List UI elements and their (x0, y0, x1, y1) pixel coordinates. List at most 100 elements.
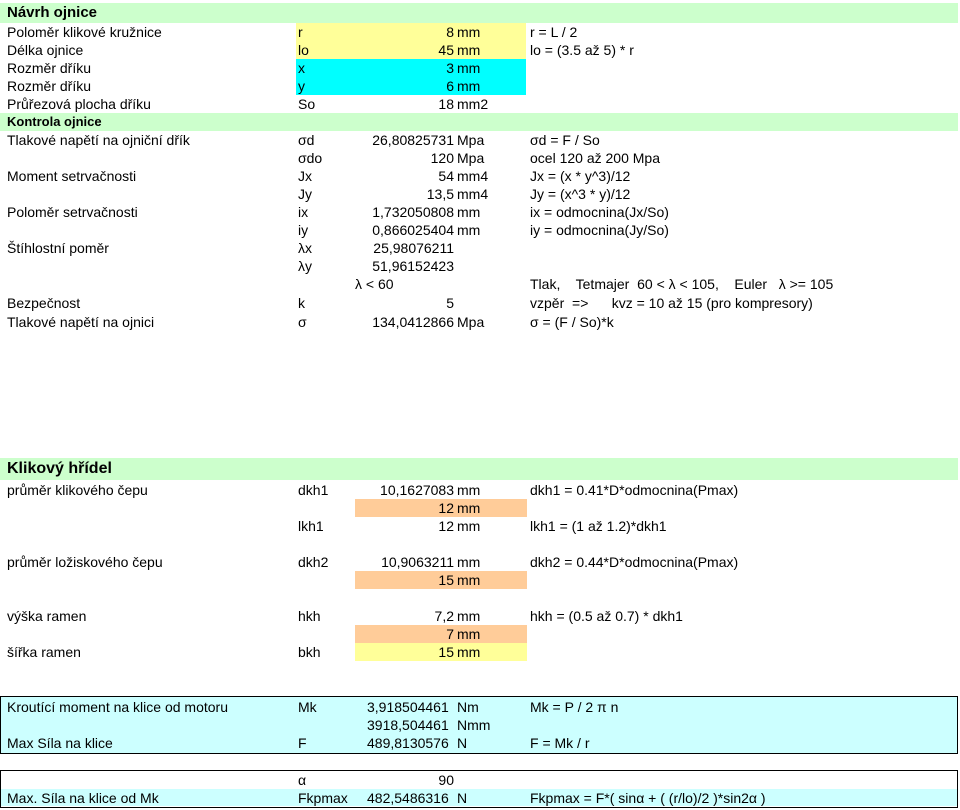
row-formula: Jx = (x * y^3)/12 (530, 168, 631, 184)
row-label: Bezpečnost (7, 295, 81, 311)
spreadsheet-row: Poloměr setrvačnosti ix 1,732050808 mm i… (0, 203, 960, 221)
row-label: Moment setrvačnosti (7, 168, 137, 184)
row-formula: F = Mk / r (530, 735, 590, 751)
row-unit: Nmm (457, 717, 491, 733)
lambda-condition-row: λ < 60 Tlak, Tetmajer 60 < λ < 105, Eule… (0, 275, 960, 293)
row-label: průměr klikového čepu (7, 482, 148, 498)
section-title-text: Návrh ojnice (7, 4, 98, 21)
row-value[interactable]: 1,732050808 (298, 203, 454, 221)
row-symbol: Mk (298, 699, 317, 715)
row-symbol: Fkpmax (298, 790, 348, 806)
row-label: Rozměr dříku (7, 60, 92, 76)
row-value[interactable]: 6 (298, 77, 454, 95)
row-formula: σ = (F / So)*k (530, 314, 614, 330)
row-value[interactable]: 0,866025404 (298, 221, 454, 239)
row-value[interactable]: 15 (298, 643, 454, 661)
subheader-row: Kontrola ojnice (0, 113, 958, 131)
row-value[interactable]: 3,918504461 (367, 698, 449, 716)
row-formula: ix = odmocnina(Jx/So) (530, 204, 669, 220)
section-title-text: Klikový hřídel (7, 460, 112, 477)
row-value[interactable]: 54 (298, 167, 454, 185)
row-unit: Mpa (457, 150, 485, 166)
row-value[interactable]: 45 (298, 41, 454, 59)
row-value[interactable]: 3 (298, 59, 454, 77)
row-label: Max. Síla na klice od Mk (7, 790, 159, 806)
spreadsheet-row: 12 mm (0, 499, 960, 517)
spreadsheet-row: Kroutící moment na klice od motoru Mk 3,… (0, 698, 960, 716)
row-unit: mm (457, 204, 481, 220)
row-value[interactable]: 10,1627083 (298, 481, 454, 499)
spreadsheet-row: Délka ojnice lo 45 mm lo = (3.5 až 5) * … (0, 41, 960, 59)
row-value[interactable]: 10,9063211 (298, 553, 454, 571)
spreadsheet-row: Štíhlostní poměr λx 25,98076211 (0, 239, 960, 257)
spreadsheet-row: lkh1 12 mm lkh1 = (1 až 1.2)*dkh1 (0, 517, 960, 535)
row-unit: mm4 (457, 168, 489, 184)
spreadsheet-row: Bezpečnost k 5 vzpěr => kvz = 10 až 15 (… (0, 294, 960, 312)
row-value[interactable]: 7,2 (298, 607, 454, 625)
row-value[interactable]: 8 (298, 23, 454, 41)
row-value[interactable]: 26,80825731 (298, 131, 454, 149)
row-label: průměr ložiskového čepu (7, 554, 163, 570)
row-value[interactable]: 12 (298, 517, 454, 535)
row-value[interactable]: 134,0412866 (298, 313, 454, 331)
row-formula: σd = F / So (530, 132, 600, 148)
spreadsheet-row: Max. Síla na klice od Mk Fkpmax 482,5486… (0, 789, 960, 807)
row-formula: lo = (3.5 až 5) * r (530, 42, 634, 58)
row-value[interactable]: 25,98076211 (298, 239, 454, 257)
row-value[interactable]: 51,96152423 (298, 257, 454, 275)
row-unit: mm (457, 222, 481, 238)
row-label: výška ramen (7, 608, 87, 624)
spreadsheet-row: Moment setrvačnosti Jx 54 mm4 Jx = (x * … (0, 167, 960, 185)
lambda-condition: λ < 60 (355, 276, 394, 292)
chosen-value[interactable]: 7 (298, 625, 454, 643)
spreadsheet-row: 3918,504461 Nmm (0, 716, 960, 734)
row-unit: mm2 (457, 96, 489, 112)
row-value[interactable]: 13,5 (298, 185, 454, 203)
spreadsheet-row: Rozměr dříku y 6 mm (0, 77, 960, 95)
spreadsheet-row: Tlakové napětí na ojniční dřík σd 26,808… (0, 131, 960, 149)
row-label: Tlakové napětí na ojniční dřík (7, 132, 190, 148)
chosen-value[interactable]: 15 (298, 571, 454, 589)
row-value[interactable]: 18 (298, 95, 454, 113)
spreadsheet-row: Poloměr klikové kružnice r 8 mm r = L / … (0, 23, 960, 41)
row-value[interactable]: 489,8130576 (367, 734, 449, 752)
row-unit: mm (457, 482, 481, 498)
row-value[interactable]: 120 (298, 149, 454, 167)
row-symbol: F (298, 735, 307, 751)
row-formula: vzpěr => kvz = 10 až 15 (pro kompresory) (530, 295, 813, 311)
section-title-connecting-rod: Návrh ojnice (0, 3, 958, 23)
row-label: Kroutící moment na klice od motoru (7, 699, 228, 715)
row-unit: Mpa (457, 314, 485, 330)
spreadsheet-row: σdo 120 Mpa ocel 120 až 200 Mpa (0, 149, 960, 167)
spreadsheet-row: λy 51,96152423 (0, 257, 960, 275)
row-unit: N (457, 790, 468, 806)
spreadsheet-row: Max Síla na klice F 489,8130576 N F = Mk… (0, 734, 960, 752)
spreadsheet-row: iy 0,866025404 mm iy = odmocnina(Jy/So) (0, 221, 960, 239)
spreadsheet-row: α 90 (0, 771, 960, 789)
row-label: Délka ojnice (7, 42, 84, 58)
row-label: Max Síla na klice (7, 735, 113, 751)
spreadsheet-row: Tlakové napětí na ojnici σ 134,0412866 M… (0, 313, 960, 331)
row-unit: mm (457, 42, 481, 58)
row-value[interactable]: 90 (298, 771, 454, 789)
row-value[interactable]: 5 (298, 294, 454, 312)
row-label: Poloměr klikové kružnice (7, 24, 162, 40)
row-formula: dkh2 = 0.44*D*odmocnina(Pmax) (530, 554, 739, 570)
row-unit: mm (457, 644, 481, 660)
row-unit: Nm (457, 699, 479, 715)
row-unit: mm (457, 24, 481, 40)
row-formula: dkh1 = 0.41*D*odmocnina(Pmax) (530, 482, 739, 498)
spreadsheet-row: 7 mm (0, 625, 960, 643)
chosen-unit: mm (457, 500, 481, 516)
spreadsheet-row: průměr ložiskového čepu dkh2 10,9063211 … (0, 553, 960, 571)
row-label: Rozměr dříku (7, 78, 92, 94)
row-value[interactable]: 3918,504461 (367, 716, 449, 734)
chosen-unit: mm (457, 626, 481, 642)
row-label: Tlakové napětí na ojnici (7, 314, 155, 330)
chosen-value[interactable]: 12 (298, 499, 454, 517)
spreadsheet-row: Jy 13,5 mm4 Jy = (x^3 * y)/12 (0, 185, 960, 203)
row-formula: Fkpmax = F*( sinα + ( (r/lo)/2 )*sin2α ) (530, 790, 766, 806)
section-title-crankshaft: Klikový hřídel (0, 458, 958, 480)
spreadsheet-row: šířka ramen bkh 15 mm (0, 643, 960, 661)
row-value[interactable]: 482,5486316 (367, 789, 449, 807)
